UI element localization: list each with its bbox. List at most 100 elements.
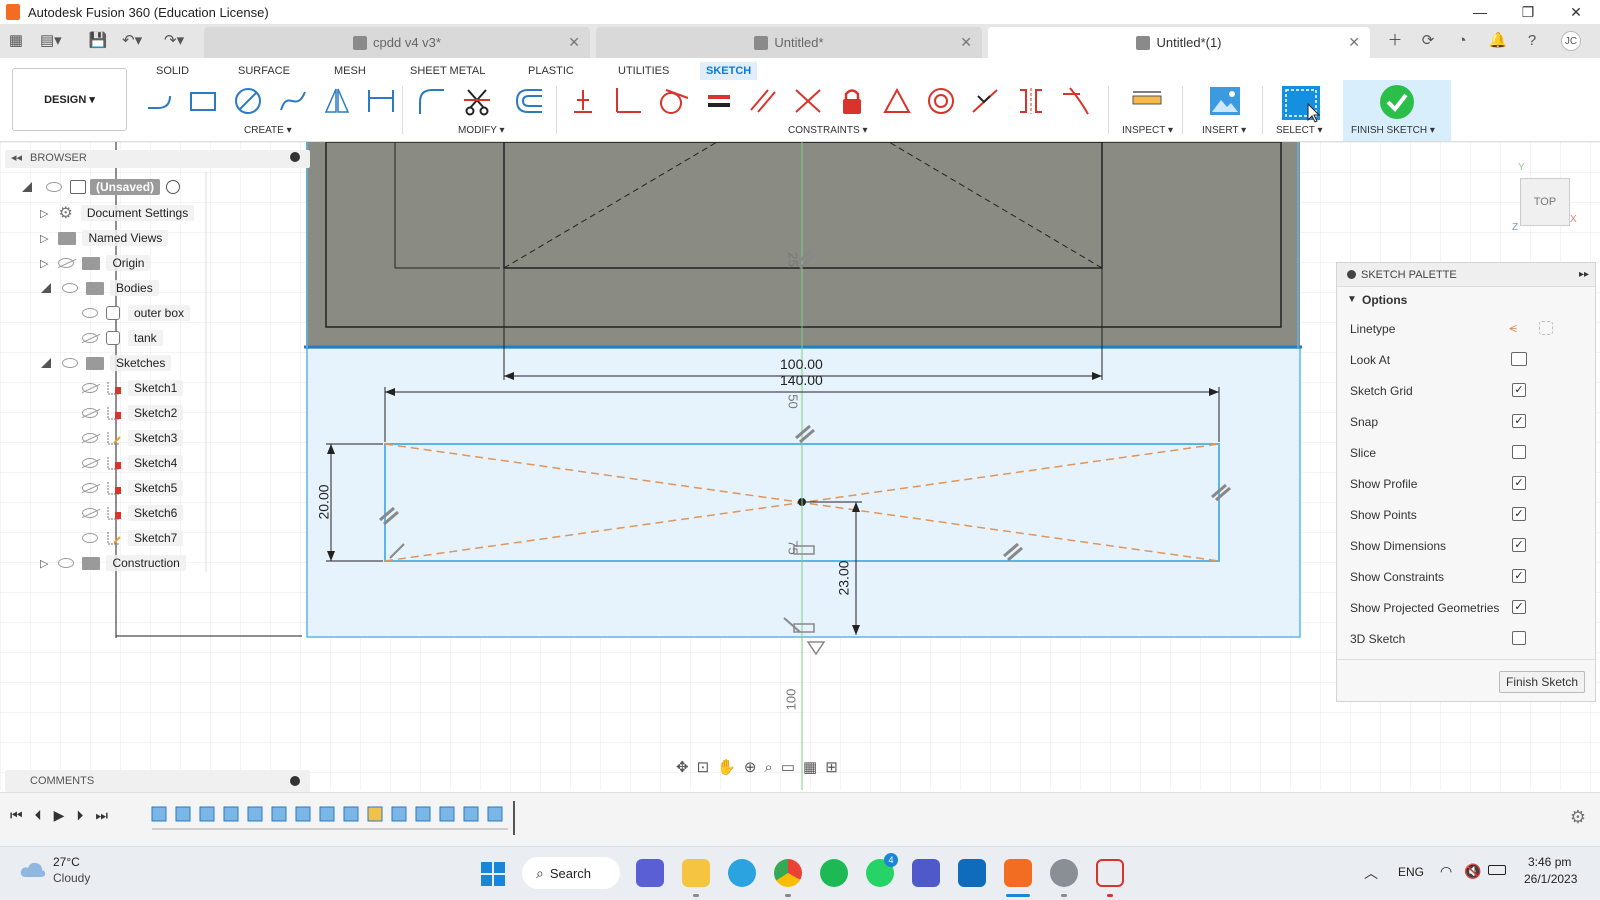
clock-date[interactable]: 26/1/2023 — [1524, 872, 1577, 886]
show-constraints-checkbox[interactable]: ✓ — [1512, 569, 1526, 583]
spotify-icon[interactable] — [820, 859, 848, 887]
browser-item-named-views[interactable]: ▷ Named Views — [40, 227, 169, 249]
browser-item-sketches[interactable]: Sketches — [40, 352, 172, 374]
browser-item-sketch2[interactable]: Sketch2 — [82, 402, 184, 424]
snap-checkbox[interactable]: ✓ — [1512, 414, 1526, 428]
timeline-features[interactable] — [148, 799, 528, 839]
3d-sketch-checkbox[interactable] — [1512, 631, 1526, 645]
undo-icon[interactable]: ↶▾ — [122, 31, 142, 51]
show-points-checkbox[interactable]: ✓ — [1512, 507, 1526, 521]
browser-item-sketch6[interactable]: Sketch6 — [82, 502, 184, 524]
construction-linetype-icon[interactable]: ⪪ — [1509, 319, 1517, 336]
expand-icon[interactable]: ▷ — [40, 207, 48, 220]
visibility-eye-icon[interactable] — [58, 558, 75, 568]
line-tool-icon[interactable] — [142, 84, 176, 118]
browser-item-outer-box[interactable]: outer box — [82, 302, 191, 324]
tab-surface[interactable]: SURFACE — [232, 62, 296, 80]
browser-item-sketch5[interactable]: Sketch5 — [82, 477, 184, 499]
chrome-icon[interactable] — [774, 859, 802, 887]
look-at-icon[interactable] — [1511, 352, 1527, 366]
offset-tool-icon[interactable] — [512, 84, 546, 118]
fusion360-taskbar-icon[interactable] — [1004, 859, 1032, 887]
browser-item-sketch7[interactable]: Sketch7 — [82, 527, 184, 549]
equal-constraint-icon[interactable] — [702, 84, 736, 118]
apps-grid-icon[interactable]: ▦ — [6, 31, 26, 51]
fillet-tool-icon[interactable] — [414, 84, 448, 118]
slice-checkbox[interactable] — [1512, 445, 1526, 459]
visibility-eye-icon[interactable] — [62, 358, 78, 368]
play-icon[interactable]: ▶ — [54, 807, 65, 824]
display-settings-icon[interactable]: ▭ — [781, 758, 795, 776]
finish-sketch-menu[interactable]: FINISH SKETCH ▾ — [1351, 125, 1435, 136]
tab-plastic[interactable]: PLASTIC — [522, 62, 580, 80]
tab-sketch[interactable]: SKETCH — [700, 62, 758, 80]
go-to-end-icon[interactable]: ⏭ — [95, 807, 108, 824]
browser-item-tank[interactable]: tank — [82, 327, 163, 349]
help-icon[interactable]: ? — [1522, 31, 1542, 51]
telegram-icon[interactable] — [728, 859, 756, 887]
palette-pin-icon[interactable] — [1347, 270, 1356, 279]
battery-icon[interactable] — [1488, 865, 1506, 875]
expand-icon[interactable]: ▷ — [40, 232, 48, 245]
pan-icon[interactable]: ✋ — [717, 758, 736, 776]
browser-item-sketch3[interactable]: Sketch3 — [82, 427, 184, 449]
visibility-eye-icon[interactable] — [58, 258, 75, 268]
midpoint-constraint-icon[interactable] — [968, 84, 1002, 118]
create-menu[interactable]: CREATE ▾ — [244, 125, 292, 136]
show-projected-geometries-checkbox[interactable]: ✓ — [1512, 600, 1526, 614]
fit-icon[interactable]: ⌕ — [764, 759, 772, 776]
select-menu[interactable]: SELECT ▾ — [1276, 125, 1323, 136]
spline-tool-icon[interactable] — [276, 84, 310, 118]
visibility-eye-icon[interactable] — [82, 508, 98, 518]
browser-item-bodies[interactable]: Bodies — [40, 277, 159, 299]
add-comment-icon[interactable] — [290, 776, 300, 786]
insert-menu[interactable]: INSERT ▾ — [1202, 125, 1246, 136]
palette-expand-icon[interactable]: ▸▸ — [1579, 263, 1589, 287]
browser-item-origin[interactable]: ▷ Origin — [40, 252, 151, 274]
orbit-icon[interactable]: ✥ — [676, 758, 689, 776]
taskbar-search-box[interactable]: ⌕ Search — [522, 857, 620, 889]
inspect-menu[interactable]: INSPECT ▾ — [1122, 125, 1173, 136]
teams-chat-icon[interactable] — [636, 859, 664, 887]
collapse-icon[interactable]: ▼ — [1347, 287, 1357, 313]
browser-item-sketch4[interactable]: Sketch4 — [82, 452, 184, 474]
viewports-icon[interactable]: ⊞ — [825, 758, 838, 776]
restore-button[interactable]: ❐ — [1504, 0, 1552, 24]
tab-utilities[interactable]: UTILITIES — [612, 62, 675, 80]
dimension-23[interactable]: 23.00 — [836, 560, 852, 595]
perpendicular-constraint-icon[interactable] — [610, 84, 644, 118]
expand-icon[interactable]: ▷ — [40, 557, 48, 570]
new-tab-icon[interactable]: ＋ — [1385, 31, 1405, 51]
expand-icon[interactable]: ▷ — [40, 257, 48, 270]
browser-item-sketch1[interactable]: Sketch1 — [82, 377, 184, 399]
options-section-header[interactable]: ▼ Options — [1337, 287, 1595, 313]
show-dimensions-checkbox[interactable]: ✓ — [1512, 538, 1526, 552]
visibility-eye-icon[interactable] — [82, 533, 98, 543]
visibility-eye-icon[interactable] — [82, 458, 98, 468]
doc-tab-untitled[interactable]: Untitled* ✕ — [596, 27, 982, 58]
browser-item-construction[interactable]: ▷ Construction — [40, 552, 186, 574]
settings-icon[interactable] — [1050, 859, 1078, 887]
go-to-start-icon[interactable]: ⏮ — [10, 807, 23, 824]
notifications-icon[interactable]: 🔔 — [1488, 31, 1508, 51]
activate-radio-icon[interactable] — [166, 180, 181, 194]
triangle-constraint-icon[interactable] — [880, 84, 914, 118]
sketch-grid-checkbox[interactable]: ✓ — [1512, 383, 1526, 397]
visibility-eye-icon[interactable] — [82, 383, 98, 393]
dimension-100[interactable]: 100.00 — [780, 356, 823, 372]
tab-mesh[interactable]: MESH — [328, 62, 372, 80]
viewcube[interactable]: TOP — [1520, 178, 1570, 226]
step-forward-icon[interactable]: ⏵ — [76, 807, 83, 824]
concentric-constraint-icon[interactable] — [924, 84, 958, 118]
centerline-linetype-icon[interactable] — [1539, 321, 1553, 335]
visibility-eye-icon[interactable] — [82, 333, 98, 343]
sketch-palette-header[interactable]: SKETCH PALETTE ▸▸ — [1337, 263, 1595, 287]
parallel-constraint-icon[interactable] — [746, 84, 780, 118]
curvature-constraint-icon[interactable] — [1058, 84, 1092, 118]
redo-icon[interactable]: ↷▾ — [164, 31, 184, 51]
wifi-icon[interactable]: ◠ — [1440, 863, 1452, 880]
visibility-eye-icon[interactable] — [46, 182, 62, 192]
close-tab-icon[interactable]: ✕ — [960, 34, 972, 51]
browser-root[interactable]: (Unsaved) — [20, 176, 181, 198]
circle-tool-icon[interactable] — [231, 84, 265, 118]
